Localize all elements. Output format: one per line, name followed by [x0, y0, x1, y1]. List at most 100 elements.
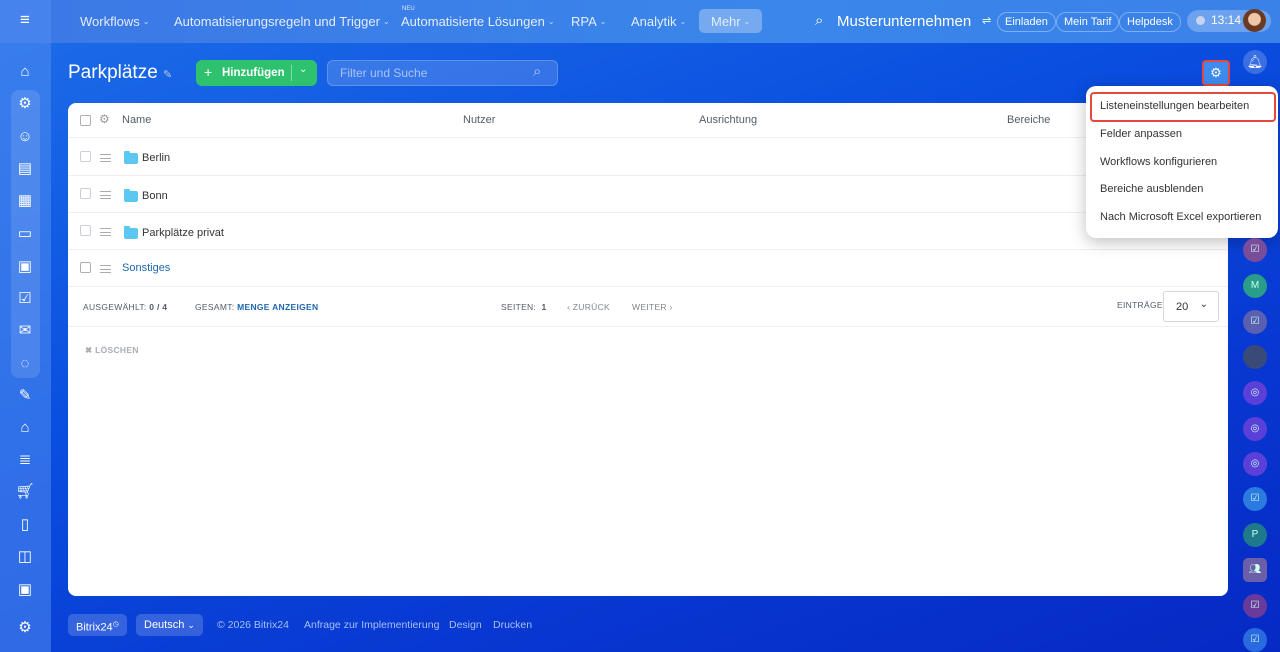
search-input[interactable] — [327, 60, 558, 86]
nav-rpa[interactable]: RPA ⌄ — [571, 14, 606, 29]
pin-icon[interactable]: ✎ — [163, 68, 172, 81]
task-icon[interactable]: ☑ — [1243, 487, 1267, 511]
helpdesk-button[interactable]: Helpdesk — [1119, 12, 1181, 32]
table-row[interactable] — [68, 138, 1228, 176]
mail-icon[interactable]: ✉ — [14, 320, 36, 342]
list-card: ⚙ Name Nutzer Ausrichtung Bereiche Berli… — [68, 103, 1228, 596]
page-number: 1 — [541, 302, 547, 312]
row-name[interactable]: Parkplätze privat — [142, 227, 224, 239]
user-avatar[interactable] — [1243, 345, 1267, 369]
gear-icon[interactable]: ⚙ — [99, 112, 110, 126]
menu-item-export-excel[interactable]: Nach Microsoft Excel exportieren — [1100, 211, 1261, 223]
show-count-link[interactable]: MENGE ANZEIGEN — [237, 302, 318, 312]
task-icon[interactable]: ☑ — [1243, 310, 1267, 334]
bitrix24-button[interactable]: Bitrix24◷ — [68, 614, 127, 636]
company-name[interactable]: Musterunternehmen — [837, 13, 971, 30]
menu-item-configure-workflows[interactable]: Workflows konfigurieren — [1100, 156, 1217, 168]
invite-button[interactable]: Einladen — [997, 12, 1056, 32]
plus-icon: + — [204, 64, 213, 80]
nav-more[interactable]: Mehr ⌄ — [699, 9, 763, 33]
home-icon[interactable]: ⌂ — [14, 61, 36, 83]
menu-icon[interactable]: ≡ — [14, 9, 36, 31]
pages-label: SEITEN: — [501, 302, 537, 312]
table-header — [68, 103, 1228, 138]
search-icon[interactable]: ⌕ — [533, 63, 541, 80]
warehouse-icon[interactable]: ⌂ — [14, 417, 36, 439]
table-row[interactable] — [68, 213, 1228, 250]
next-label: WEITER — [632, 302, 667, 312]
footer-link-design[interactable]: Design — [449, 619, 482, 631]
table-row[interactable] — [68, 176, 1228, 213]
nav-analytics[interactable]: Analytik ⌄ — [631, 14, 686, 29]
nav-workflows[interactable]: Workflows ⌄ — [80, 14, 149, 29]
row-name[interactable]: Berlin — [142, 152, 170, 164]
task-icon[interactable]: ☑ — [1243, 628, 1267, 652]
nav-automated-solutions[interactable]: Automatisierte Lösungen ⌄ — [401, 14, 555, 29]
tariff-button[interactable]: Mein Tarif — [1056, 12, 1120, 32]
sign-icon[interactable]: ✎ — [14, 385, 36, 407]
presentation-icon[interactable]: ▣ — [14, 256, 36, 278]
search-icon[interactable]: ⌕ — [815, 12, 823, 29]
drag-handle-icon[interactable] — [100, 265, 111, 273]
drag-handle-icon[interactable] — [100, 228, 111, 236]
task-icon[interactable]: ☑ — [1243, 238, 1267, 262]
contact-avatar[interactable]: M — [1243, 274, 1267, 298]
chat-icon[interactable]: ◌ — [14, 353, 36, 375]
file-icon[interactable]: ▯ — [14, 514, 36, 536]
nav-label: Automatisierungsregeln und Trigger — [174, 14, 380, 29]
row-name[interactable]: Bonn — [142, 190, 168, 202]
user-avatar[interactable] — [1243, 9, 1266, 32]
clock-icon — [1196, 16, 1205, 25]
tasks-icon[interactable]: ☑ — [14, 288, 36, 310]
chevron-down-icon[interactable]: ⌄ — [299, 64, 307, 75]
next-button[interactable]: WEITER › — [632, 302, 673, 312]
nav-automation-rules[interactable]: Automatisierungsregeln und Trigger ⌄ — [174, 14, 390, 29]
column-header-orientation[interactable]: Ausrichtung — [699, 114, 757, 126]
bell-icon[interactable]: 🔔︎ — [1243, 50, 1267, 74]
selected-count: AUSGEWÄHLT: 0 / 4 — [83, 302, 167, 312]
language-select[interactable]: Deutsch ⌄ — [136, 614, 203, 636]
list-settings-gear-button[interactable]: ⚙ — [1202, 60, 1230, 86]
brand-label: Bitrix24 — [76, 621, 113, 634]
menu-item-customize-fields[interactable]: Felder anpassen — [1100, 128, 1182, 140]
table-row[interactable] — [68, 250, 1228, 287]
row-checkbox[interactable] — [80, 225, 91, 236]
filter-icon[interactable]: ≣ — [14, 449, 36, 471]
menu-item-hide-sections[interactable]: Bereiche ausblenden — [1100, 183, 1203, 195]
copyright: © 2026 Bitrix24 — [217, 619, 289, 631]
drag-handle-icon[interactable] — [100, 191, 111, 199]
drive-icon[interactable]: ▭ — [14, 223, 36, 245]
chevron-down-icon: ⌄ — [743, 16, 751, 26]
sliders-icon[interactable]: ⇌ — [982, 14, 991, 27]
row-name-link[interactable]: Sonstiges — [122, 262, 170, 274]
task-icon[interactable]: ☑ — [1243, 594, 1267, 618]
calendar-icon[interactable]: ▦ — [14, 190, 36, 212]
sync-icon[interactable]: ◎ — [1243, 417, 1267, 441]
group-icon[interactable]: 👥︎ — [1243, 558, 1267, 582]
sync-icon[interactable]: ◎ — [1243, 452, 1267, 476]
delete-button[interactable]: ✖ LÖSCHEN — [85, 345, 139, 356]
column-header-sections[interactable]: Bereiche — [1007, 114, 1050, 126]
column-header-name[interactable]: Name — [122, 114, 151, 126]
robot-icon[interactable]: ◫ — [14, 546, 36, 568]
contacts-icon[interactable]: ☺ — [14, 126, 36, 148]
document-icon[interactable]: ▤ — [14, 158, 36, 180]
automation-icon[interactable]: ⚙ — [14, 93, 36, 115]
footer-link-print[interactable]: Drucken — [493, 619, 532, 631]
footer-link-implementation[interactable]: Anfrage zur Implementierung — [304, 619, 439, 631]
column-header-user[interactable]: Nutzer — [463, 114, 495, 126]
drag-handle-icon[interactable] — [100, 154, 111, 162]
chevron-down-icon: ⌄ — [187, 620, 195, 630]
menu-item-edit-list-settings[interactable]: Listeneinstellungen bearbeiten — [1100, 100, 1249, 112]
prev-button[interactable]: ‹ ZURÜCK — [567, 302, 610, 312]
row-checkbox[interactable] — [80, 188, 91, 199]
id-card-icon[interactable]: ▣ — [14, 579, 36, 601]
cart-icon[interactable]: 🛒︎ — [14, 481, 36, 503]
entries-select[interactable]: 20 ⌄ — [1163, 291, 1219, 322]
row-checkbox[interactable] — [80, 151, 91, 162]
contact-avatar[interactable]: P — [1243, 523, 1267, 547]
sync-icon[interactable]: ◎ — [1243, 381, 1267, 405]
row-checkbox[interactable] — [80, 262, 91, 273]
settings-icon[interactable]: ⚙ — [14, 617, 36, 639]
select-all-checkbox[interactable] — [80, 115, 91, 126]
